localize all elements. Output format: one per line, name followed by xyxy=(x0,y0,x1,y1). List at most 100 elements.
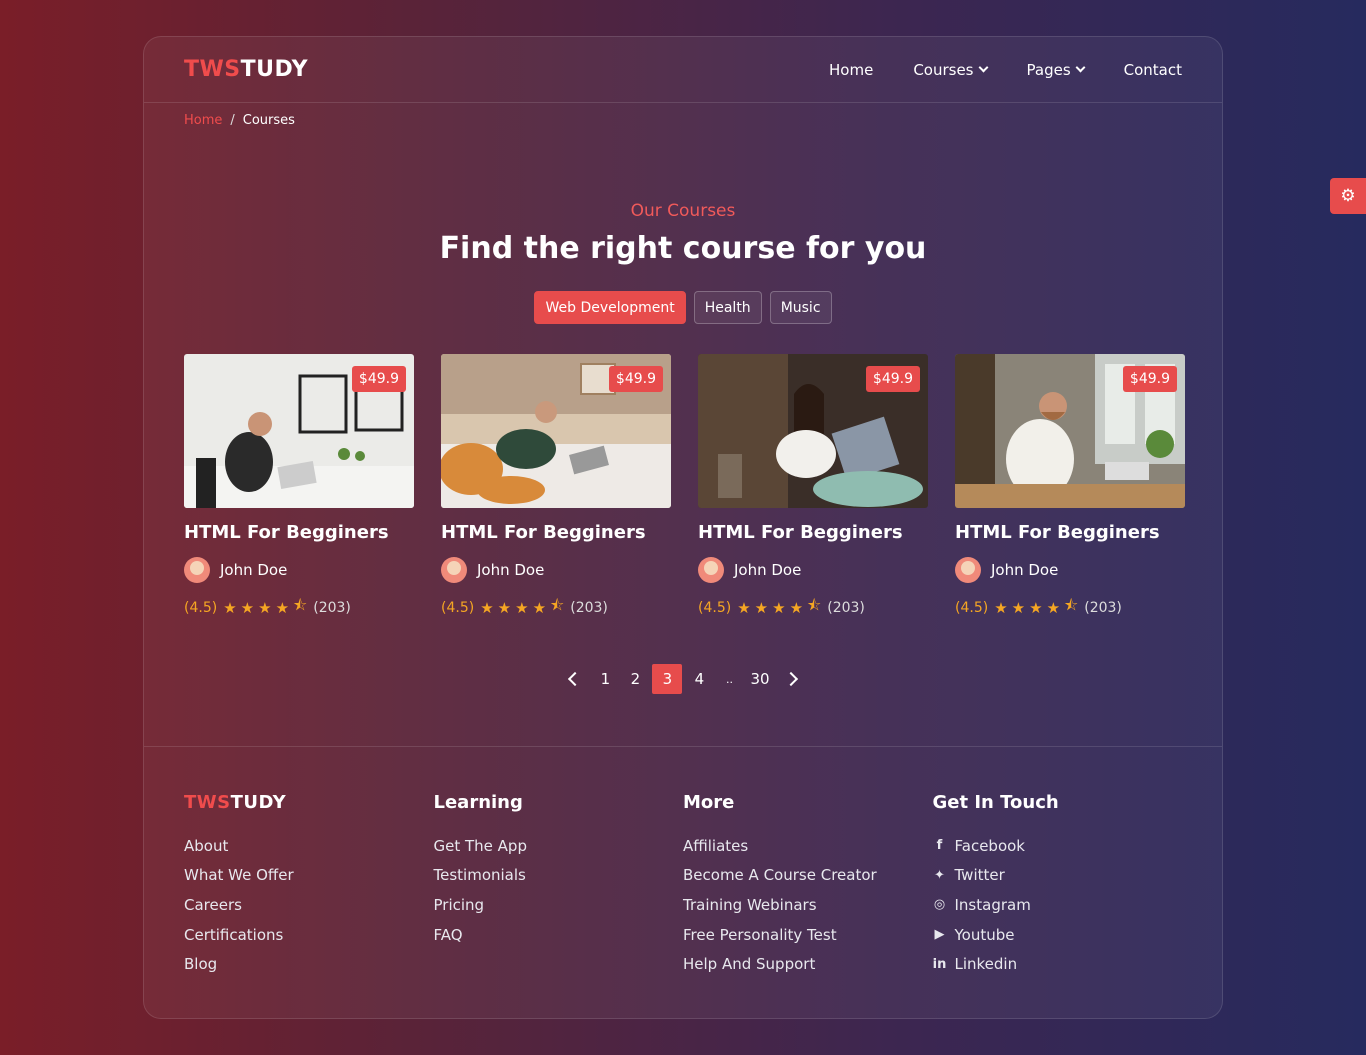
pagination-page[interactable]: 1 xyxy=(592,664,618,694)
footer-link-what-we-offer[interactable]: What We Offer xyxy=(184,861,434,891)
pagination-page[interactable]: 30 xyxy=(746,664,773,694)
course-author: John Doe xyxy=(184,557,414,583)
rating-count: (203) xyxy=(827,599,865,616)
footer-link-certifications[interactable]: Certifications xyxy=(184,920,434,950)
footer-link-youtube[interactable]: ▶ Youtube xyxy=(933,920,1183,950)
course-title[interactable]: HTML For Begginers xyxy=(698,522,928,543)
footer-link-instagram[interactable]: ◎ Instagram xyxy=(933,890,1183,920)
star-icon: ★ xyxy=(772,598,786,617)
nav-contact[interactable]: Contact xyxy=(1124,61,1182,79)
footer-link-affiliates[interactable]: Affiliates xyxy=(683,831,933,861)
breadcrumb: Home / Courses xyxy=(144,103,1222,138)
footer-link-webinars[interactable]: Training Webinars xyxy=(683,890,933,920)
category-filters: Web Development Health Music xyxy=(144,291,1222,324)
nav-home-label: Home xyxy=(829,60,874,79)
author-name: John Doe xyxy=(477,561,545,579)
rating-score: (4.5) xyxy=(184,599,218,616)
star-half-icon: ⯪ xyxy=(293,596,308,614)
course-rating: (4.5) ★ ★ ★ ★ ⯪ (203) xyxy=(955,595,1185,620)
price-badge: $49.9 xyxy=(865,366,920,392)
pagination-page[interactable]: 2 xyxy=(622,664,648,694)
course-rating: (4.5) ★ ★ ★ ★ ⯪ (203) xyxy=(698,595,928,620)
linkedin-icon: in xyxy=(932,956,947,972)
footer-link-faq[interactable]: FAQ xyxy=(434,920,684,950)
footer-logo[interactable]: TWSTUDY xyxy=(184,792,434,813)
pagination-next[interactable] xyxy=(778,664,804,694)
pagination-ellipsis: .. xyxy=(725,672,733,686)
nav-pages[interactable]: Pages xyxy=(1026,60,1086,79)
breadcrumb-home[interactable]: Home xyxy=(184,113,222,128)
course-image[interactable]: $49.9 xyxy=(698,354,928,508)
course-image[interactable]: $49.9 xyxy=(955,354,1185,508)
course-author: John Doe xyxy=(955,557,1185,583)
star-icon: ★ xyxy=(275,598,290,617)
filter-web-development[interactable]: Web Development xyxy=(534,291,686,324)
author-name: John Doe xyxy=(734,561,802,579)
breadcrumb-separator: / xyxy=(230,113,235,128)
footer-link-get-the-app[interactable]: Get The App xyxy=(434,831,684,861)
star-icon: ★ xyxy=(497,598,512,617)
footer-link-help[interactable]: Help And Support xyxy=(683,949,933,979)
rating-count: (203) xyxy=(1084,599,1122,616)
star-icon: ★ xyxy=(532,598,547,617)
star-icon: ★ xyxy=(223,598,237,617)
brand-logo-part1: TWS xyxy=(184,57,241,82)
footer-link-about[interactable]: About xyxy=(184,831,434,861)
pagination-page-current[interactable]: 3 xyxy=(652,664,683,694)
footer-link-pricing[interactable]: Pricing xyxy=(434,890,684,920)
author-name: John Doe xyxy=(991,561,1059,579)
footer-link-testimonials[interactable]: Testimonials xyxy=(434,861,684,891)
course-card[interactable]: $49.9 HTML For Begginers John Doe (4.5) … xyxy=(698,354,928,620)
footer-logo-part1: TWS xyxy=(184,792,231,813)
settings-toggle[interactable]: ⚙ xyxy=(1330,178,1366,214)
footer-col-learning: Learning Get The App Testimonials Pricin… xyxy=(434,792,684,979)
section-kicker: Our Courses xyxy=(630,201,736,221)
rating-count: (203) xyxy=(313,599,351,616)
nav-home[interactable]: Home xyxy=(829,61,873,79)
price-badge: $49.9 xyxy=(351,366,406,392)
footer-heading: Learning xyxy=(433,792,523,813)
footer-link-personality-test[interactable]: Free Personality Test xyxy=(683,920,933,950)
pagination-page[interactable]: 4 xyxy=(686,664,712,694)
filter-health[interactable]: Health xyxy=(693,291,762,324)
pagination-prev[interactable] xyxy=(562,664,588,694)
star-half-icon: ⯪ xyxy=(1064,596,1079,614)
course-card[interactable]: $49.9 HTML For Begginers John Doe (4.5) … xyxy=(955,354,1185,620)
footer-link-course-creator[interactable]: Become A Course Creator xyxy=(683,861,933,891)
course-title[interactable]: HTML For Begginers xyxy=(955,522,1185,543)
footer-link-label: Twitter xyxy=(954,866,1005,885)
rating-score: (4.5) xyxy=(698,599,732,616)
star-icon: ★ xyxy=(754,598,769,617)
course-card[interactable]: $49.9 HTML For Begginers John Doe (4.5) … xyxy=(184,354,414,620)
footer-link-label: Youtube xyxy=(954,925,1015,944)
footer-link-linkedin[interactable]: in Linkedin xyxy=(933,949,1183,979)
chevron-left-icon xyxy=(568,671,583,687)
price-badge: $49.9 xyxy=(608,366,663,392)
brand-logo-part2: TUDY xyxy=(240,57,309,82)
star-icon: ★ xyxy=(258,598,272,617)
course-title[interactable]: HTML For Begginers xyxy=(441,522,671,543)
footer-link-facebook[interactable]: f Facebook xyxy=(933,831,1183,861)
author-name: John Doe xyxy=(220,561,288,579)
star-icon: ★ xyxy=(789,598,804,617)
course-image[interactable]: $49.9 xyxy=(441,354,671,508)
footer-link-twitter[interactable]: ✦ Twitter xyxy=(933,861,1183,891)
footer-link-blog[interactable]: Blog xyxy=(184,949,434,979)
brand-logo[interactable]: TWSTUDY xyxy=(184,57,308,82)
filter-music[interactable]: Music xyxy=(769,291,832,324)
footer-link-label: Facebook xyxy=(954,836,1025,855)
footer-link-careers[interactable]: Careers xyxy=(184,890,434,920)
course-image[interactable]: $49.9 xyxy=(184,354,414,508)
nav-pages-label: Pages xyxy=(1026,60,1071,79)
breadcrumb-current: Courses xyxy=(242,113,295,128)
nav-courses[interactable]: Courses xyxy=(913,61,988,79)
course-card[interactable]: $49.9 HTML For Begginers John Doe (4.5) … xyxy=(441,354,671,620)
chevron-down-icon xyxy=(1075,62,1086,73)
twitter-icon: ✦ xyxy=(934,867,945,883)
star-icon: ★ xyxy=(515,598,529,617)
page-title: Find the right course for you xyxy=(439,231,927,266)
course-title[interactable]: HTML For Begginers xyxy=(184,522,414,543)
footer-col-brand: TWSTUDY About What We Offer Careers Cert… xyxy=(184,792,434,979)
star-icon: ★ xyxy=(240,598,255,617)
footer-link-label: Linkedin xyxy=(954,955,1018,974)
